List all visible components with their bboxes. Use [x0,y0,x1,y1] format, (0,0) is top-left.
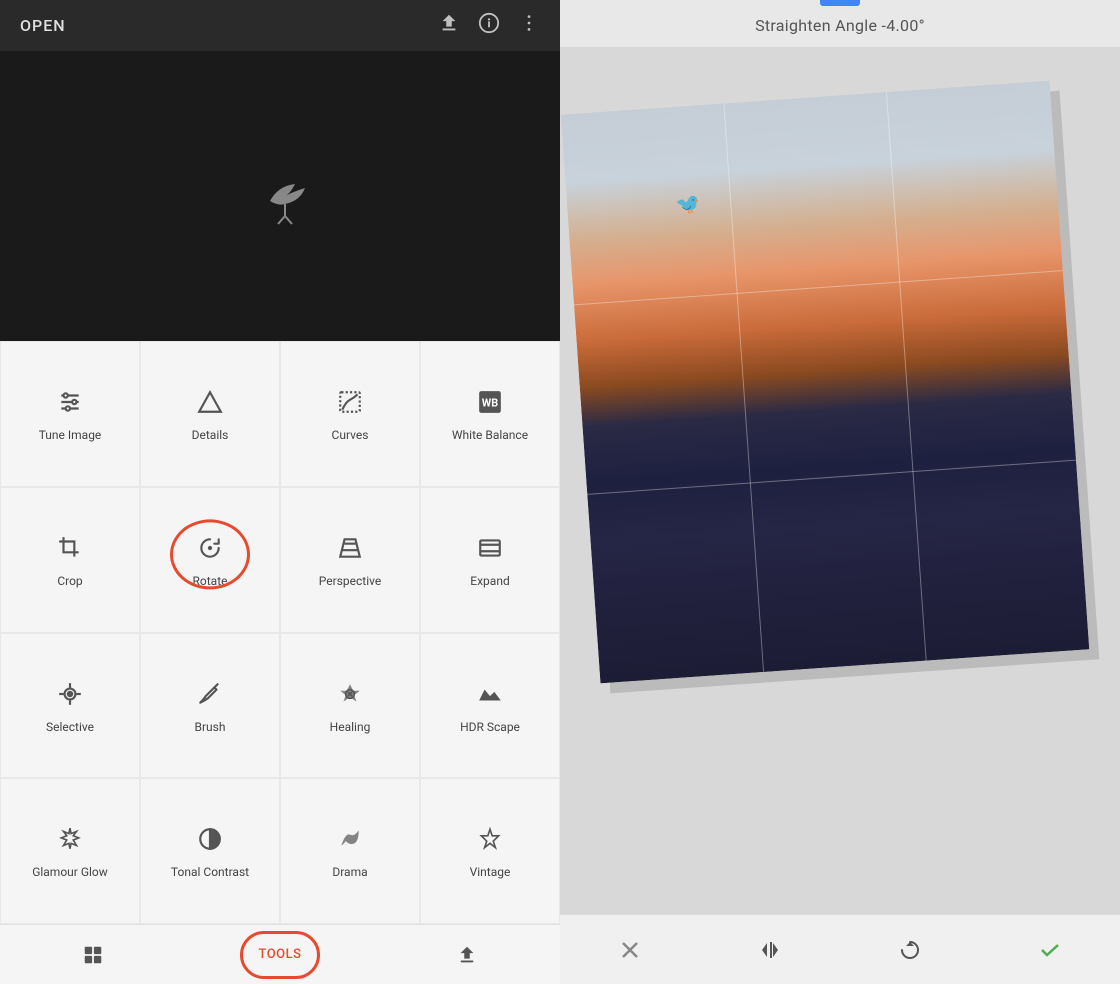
glamour-label: Glamour Glow [32,865,108,879]
selective-icon [57,681,83,712]
perspective-icon [337,535,363,566]
crop-icon [57,535,83,566]
tonal-label: Tonal Contrast [171,865,249,879]
hdr-icon [477,681,503,712]
rotate-cw-button[interactable] [885,925,935,975]
rotate-icon [197,535,223,566]
action-bar [560,914,1120,984]
tonal-icon [197,826,223,857]
right-panel: Straighten Angle -4.00° 🐦 [560,0,1120,984]
white-balance-label: White Balance [452,428,528,442]
selective-label: Selective [46,720,94,734]
curves-label: Curves [332,428,369,442]
nav-export[interactable] [373,925,560,984]
brush-icon [197,681,223,712]
top-icons [438,12,540,39]
tools-nav-label: TOOLS [258,947,301,962]
flip-icon [758,938,782,962]
straighten-header: Straighten Angle -4.00° [560,0,1120,47]
slider-indicator [820,0,860,6]
nav-tools[interactable]: TOOLS [187,925,374,984]
healing-icon [337,681,363,712]
tool-hdr-scape[interactable]: HDR Scape [420,633,560,779]
tool-white-balance[interactable]: WB White Balance [420,341,560,487]
tools-grid: Tune Image Details Curves [0,341,560,924]
image-preview [0,51,560,341]
expand-label: Expand [470,574,509,588]
tool-crop[interactable]: Crop [0,487,140,633]
left-panel: OPEN [0,0,560,984]
tool-rotate[interactable]: Rotate [140,487,280,633]
tool-expand[interactable]: Expand [420,487,560,633]
export-nav-icon [456,944,478,966]
confirm-icon [1038,938,1062,962]
tool-tonal-contrast[interactable]: Tonal Contrast [140,778,280,924]
bottom-nav: TOOLS [0,924,560,984]
preview-bird-icon [240,166,320,226]
more-icon[interactable] [518,12,540,39]
svg-text:WB: WB [482,397,498,410]
tool-drama[interactable]: Drama [280,778,420,924]
grid-overlay [561,81,1090,684]
hdr-label: HDR Scape [460,720,520,734]
tool-vintage[interactable]: Vintage [420,778,560,924]
tool-brush[interactable]: Brush [140,633,280,779]
open-label: OPEN [20,16,66,35]
details-icon [197,389,223,420]
tool-curves[interactable]: Curves [280,341,420,487]
wb-icon: WB [477,389,503,420]
drama-icon [337,826,363,857]
cancel-button[interactable] [605,925,655,975]
healing-label: Healing [330,720,371,734]
nav-looks[interactable] [0,925,187,984]
expand-icon [477,535,503,566]
tool-perspective[interactable]: Perspective [280,487,420,633]
brush-label: Brush [195,720,226,734]
straighten-label: Straighten Angle -4.00° [755,16,925,35]
grid-v2 [886,92,927,661]
glamour-icon [57,826,83,857]
flip-button[interactable] [745,925,795,975]
looks-nav-icon [82,944,104,966]
tune-image-label: Tune Image [39,428,102,442]
perspective-label: Perspective [319,574,381,588]
vintage-label: Vintage [470,865,511,879]
info-icon[interactable] [478,12,500,39]
cancel-icon [618,938,642,962]
rotated-image-frame: 🐦 [561,81,1090,684]
details-label: Details [192,428,229,442]
tool-tune-image[interactable]: Tune Image [0,341,140,487]
rotate-cw-icon [898,938,922,962]
crop-label: Crop [57,574,82,588]
export-icon[interactable] [438,12,460,39]
tool-glamour-glow[interactable]: Glamour Glow [0,778,140,924]
tool-healing[interactable]: Healing [280,633,420,779]
drama-label: Drama [332,865,367,879]
tune-image-icon [57,389,83,420]
rotate-label: Rotate [193,574,228,588]
grid-h1 [574,270,1063,305]
vintage-icon [477,826,503,857]
curves-icon [337,389,363,420]
tool-selective[interactable]: Selective [0,633,140,779]
ocean-image: 🐦 [561,81,1090,684]
grid-h2 [587,459,1076,494]
top-bar: OPEN [0,0,560,51]
canvas-area[interactable]: 🐦 [560,47,1120,914]
grid-v1 [723,103,764,672]
tool-details[interactable]: Details [140,341,280,487]
confirm-button[interactable] [1025,925,1075,975]
